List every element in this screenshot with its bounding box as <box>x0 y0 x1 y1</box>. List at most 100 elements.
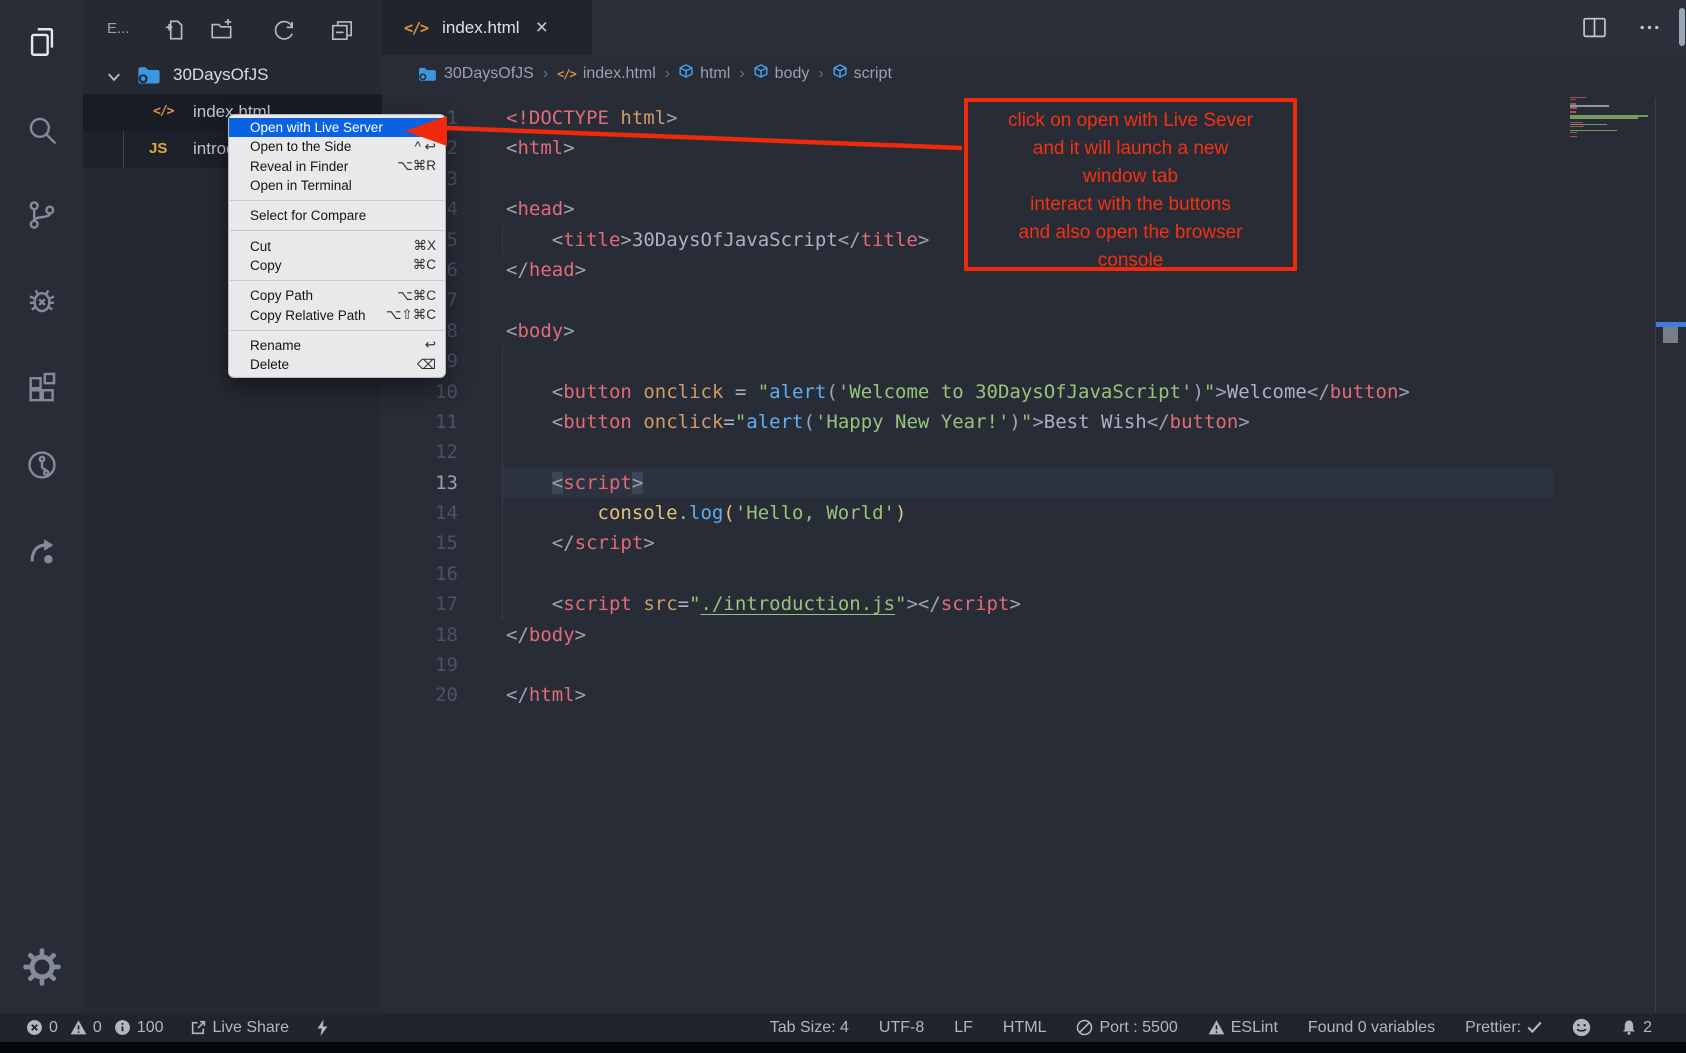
menu-item-label: Open with Live Server <box>250 120 383 135</box>
code-line-content[interactable] <box>458 346 506 376</box>
settings-gear-icon[interactable] <box>20 945 64 989</box>
live-share-status[interactable]: Live Share <box>190 1019 290 1037</box>
run-debug-icon[interactable] <box>20 278 64 322</box>
editor-split-divider <box>1655 98 1656 1013</box>
context-menu: Open with Live Server Open to the Side^ ↩… <box>228 114 446 378</box>
code-line-7: 7 <box>382 285 1655 315</box>
vscode-window: { "activity_bar": {"icons": ["explorer-i… <box>0 0 1686 1053</box>
code-line-content[interactable]: console.log('Hello, World') <box>458 498 906 528</box>
tab-index-html[interactable]: </> index.html × <box>382 0 592 55</box>
menu-item-open-in-terminal[interactable]: Open in Terminal <box>229 176 445 195</box>
collapse-folders-icon[interactable] <box>329 17 355 43</box>
refresh-icon[interactable] <box>271 17 297 43</box>
code-line-content[interactable]: <button onclick = "alert('Welcome to 30D… <box>458 377 1410 407</box>
menu-separator <box>230 280 444 281</box>
code-line-content[interactable]: <script> <box>458 468 643 498</box>
menu-item-cut[interactable]: Cut⌘X <box>229 236 445 255</box>
code-line-content[interactable]: <title>30DaysOfJavaScript</title> <box>458 225 929 255</box>
menu-item-copy-relative-path[interactable]: Copy Relative Path⌥⇧⌘C <box>229 305 445 324</box>
code-line-content[interactable]: <!DOCTYPE html> <box>458 103 678 133</box>
symbol-cube-icon <box>679 64 693 83</box>
line-number: 13 <box>382 468 458 498</box>
menu-item-open-with-live-server[interactable]: Open with Live Server <box>229 118 445 137</box>
breadcrumb-separator: › <box>543 65 548 83</box>
notifications-bell[interactable]: 2 <box>1621 1019 1652 1037</box>
code-line-content[interactable] <box>458 437 506 467</box>
search-icon[interactable] <box>20 108 64 152</box>
info-icon <box>114 1019 131 1036</box>
html-file-icon: </> <box>153 104 173 119</box>
line-number: 14 <box>382 498 458 528</box>
scrollbar-thumb[interactable] <box>1663 327 1678 343</box>
menu-item-select-for-compare[interactable]: Select for Compare <box>229 206 445 225</box>
explorer-title: E... <box>107 20 130 37</box>
code-line-content[interactable]: <button onclick="alert('Happy New Year!'… <box>458 407 1250 437</box>
code-line-content[interactable]: </head> <box>458 255 586 285</box>
code-line-13: 13 <script> <box>382 468 1655 498</box>
slash-circle-icon <box>1076 1019 1093 1036</box>
window-bottom-edge <box>0 1042 1686 1053</box>
menu-item-open-to-the-side[interactable]: Open to the Side^ ↩ <box>229 137 445 156</box>
menu-item-label: Select for Compare <box>250 208 366 223</box>
code-line-content[interactable]: <body> <box>458 316 575 346</box>
menu-item-delete[interactable]: Delete ⌫ <box>229 355 445 374</box>
close-icon[interactable]: × <box>536 16 548 40</box>
extensions-icon[interactable] <box>20 364 64 408</box>
menu-item-copy-path[interactable]: Copy Path⌥⌘C <box>229 286 445 305</box>
code-line-content[interactable]: </html> <box>458 680 586 710</box>
code-line-content[interactable]: </script> <box>458 528 655 558</box>
more-actions-icon[interactable] <box>1637 15 1663 41</box>
breadcrumb-symbol-html[interactable]: html <box>679 64 730 83</box>
menu-item-rename[interactable]: Rename↩ <box>229 336 445 355</box>
explorer-icon[interactable] <box>20 20 64 64</box>
breadcrumb-folder[interactable]: 30DaysOfJS <box>418 65 534 83</box>
symbol-cube-icon <box>833 64 847 83</box>
breadcrumb-symbol-body[interactable]: body <box>754 64 810 83</box>
menu-item-reveal-in-finder[interactable]: Reveal in Finder⌥⌘R <box>229 157 445 176</box>
code-line-10: 10 <button onclick = "alert('Welcome to … <box>382 377 1655 407</box>
line-number: 12 <box>382 437 458 467</box>
gitlens-icon[interactable] <box>20 443 64 487</box>
eol-status[interactable]: LF <box>954 1019 973 1037</box>
tab-size-status[interactable]: Tab Size: 4 <box>770 1019 849 1037</box>
code-line-content[interactable]: <html> <box>458 133 575 163</box>
prettier-status[interactable]: Prettier: <box>1465 1019 1542 1037</box>
menu-item-shortcut: ⌫ <box>417 357 436 373</box>
code-line-18: 18</body> <box>382 620 1655 650</box>
code-line-content[interactable] <box>458 285 506 315</box>
tab-bar: </> index.html × <box>382 0 1686 55</box>
breadcrumb-file[interactable]: </> index.html <box>557 65 656 83</box>
problems-errors[interactable]: 0 <box>26 1019 58 1037</box>
port-status[interactable]: Port : 5500 <box>1076 1019 1177 1037</box>
language-status[interactable]: HTML <box>1003 1019 1047 1037</box>
code-line-content[interactable] <box>458 559 506 589</box>
line-number: 18 <box>382 620 458 650</box>
problems-infos[interactable]: 100 <box>114 1019 164 1037</box>
lightning-icon[interactable] <box>315 1019 330 1037</box>
menu-item-label: Cut <box>250 239 271 254</box>
menu-item-shortcut: ^ ↩ <box>415 139 436 155</box>
new-folder-icon[interactable] <box>209 17 235 43</box>
problems-warnings[interactable]: 0 <box>70 1019 102 1037</box>
line-number: 20 <box>382 680 458 710</box>
breadcrumb-symbol-script[interactable]: script <box>833 64 892 83</box>
source-control-icon[interactable] <box>20 193 64 237</box>
code-line-content[interactable] <box>458 164 506 194</box>
tree-folder-row[interactable]: 30DaysOfJS <box>83 58 382 94</box>
menu-item-label: Copy Relative Path <box>250 308 366 323</box>
code-line-content[interactable]: <head> <box>458 194 575 224</box>
minimap[interactable] <box>1570 97 1651 138</box>
new-file-icon[interactable] <box>161 17 187 43</box>
feedback-smiley-icon[interactable] <box>1572 1018 1591 1037</box>
code-line-content[interactable]: </body> <box>458 620 586 650</box>
code-line-content[interactable] <box>458 650 506 680</box>
code-line-content[interactable]: <script src="./introduction.js"></script… <box>458 589 1021 619</box>
activity-bar <box>0 0 83 1013</box>
menu-item-copy[interactable]: Copy⌘C <box>229 256 445 275</box>
variables-status[interactable]: Found 0 variables <box>1308 1019 1435 1037</box>
menu-item-label: Delete <box>250 357 289 372</box>
split-editor-icon[interactable] <box>1582 15 1608 41</box>
live-share-icon[interactable] <box>20 528 64 572</box>
eslint-status[interactable]: ESLint <box>1208 1019 1278 1037</box>
encoding-status[interactable]: UTF-8 <box>879 1019 924 1037</box>
